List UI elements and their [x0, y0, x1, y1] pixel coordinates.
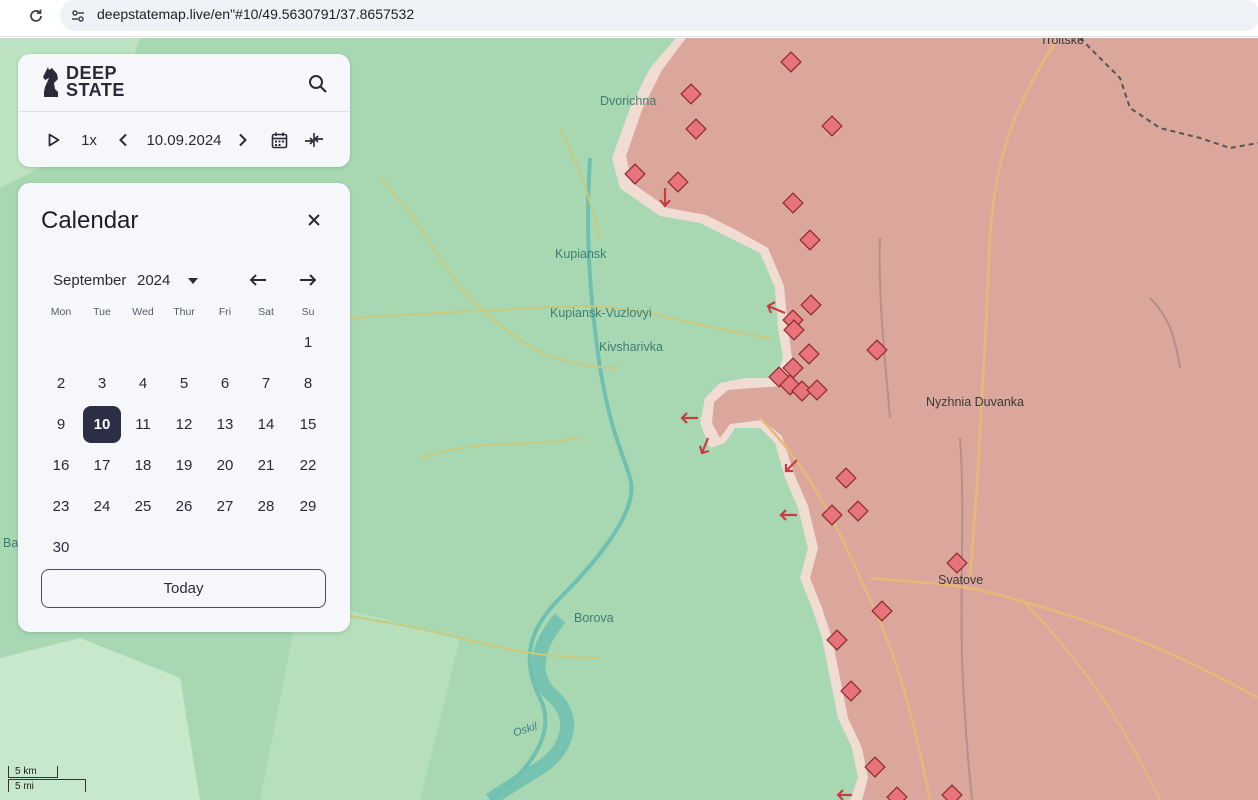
arrow-icon[interactable] — [779, 509, 797, 521]
day-cell[interactable]: 5 — [165, 365, 203, 402]
day-cell[interactable]: 6 — [206, 365, 244, 402]
control-panel: DEEP STATE 1x 10.09.2024 — [18, 54, 350, 167]
place-label: Borova — [574, 611, 614, 625]
day-cell[interactable]: 25 — [124, 488, 162, 525]
day-cell[interactable]: 3 — [83, 365, 121, 402]
day-cell[interactable]: 15 — [289, 406, 327, 443]
place-label: Troitske — [1040, 38, 1084, 47]
speed-button[interactable]: 1x — [76, 126, 102, 154]
weekday-label: Sat — [258, 306, 274, 318]
day-cell[interactable]: 4 — [124, 365, 162, 402]
day-cell[interactable]: 21 — [247, 447, 285, 484]
weekday-label: Tue — [93, 306, 111, 318]
day-cell[interactable]: 22 — [289, 447, 327, 484]
day-cell[interactable]: 27 — [206, 488, 244, 525]
place-label: Svatove — [938, 573, 984, 587]
calendar-panel: Calendar September 2024 Mon Tue Wed Thur Fri… — [18, 183, 350, 632]
scale-bar: 5 km 5 mi — [6, 766, 86, 794]
weekday-label: Su — [301, 306, 315, 318]
close-icon[interactable] — [302, 208, 326, 232]
road — [379, 177, 621, 369]
day-cell[interactable]: 1 — [289, 324, 327, 361]
day-cell[interactable]: 29 — [289, 488, 327, 525]
day-cell[interactable]: 17 — [83, 447, 121, 484]
weekday-label: Thur — [173, 306, 195, 318]
chevron-right-icon[interactable] — [234, 126, 252, 154]
play-icon[interactable] — [44, 126, 64, 154]
weekday-label: Wed — [132, 306, 154, 318]
divider — [18, 111, 350, 112]
day-cell[interactable]: 7 — [247, 365, 285, 402]
month-select[interactable]: September — [53, 272, 126, 289]
reload-icon[interactable] — [24, 4, 48, 28]
day-cell[interactable]: 30 — [42, 529, 80, 566]
date-display[interactable]: 10.09.2024 — [142, 126, 226, 154]
place-label: Dvorichna — [600, 94, 657, 108]
today-button[interactable]: Today — [41, 569, 326, 608]
day-cell[interactable]: 14 — [247, 406, 285, 443]
logo-text: DEEP STATE — [66, 64, 125, 100]
search-icon[interactable] — [304, 70, 332, 98]
calendar-icon[interactable] — [268, 126, 290, 154]
logo-line: STATE — [66, 80, 125, 100]
weekday-label: Mon — [50, 306, 72, 318]
logo[interactable]: DEEP STATE — [40, 64, 125, 100]
forward-icon[interactable]: › — [0, 6, 14, 26]
day-cell-selected[interactable]: 10 — [83, 406, 121, 443]
day-cell[interactable]: 23 — [42, 488, 80, 525]
arrow-icon[interactable] — [836, 789, 852, 800]
compare-icon[interactable] — [302, 126, 326, 154]
reservoir — [485, 613, 574, 800]
place-label: Ba — [3, 536, 19, 550]
calendar-title: Calendar — [41, 207, 139, 234]
day-cell[interactable]: 2 — [42, 365, 80, 402]
place-label: Nyzhnia Duvanka — [926, 395, 1024, 409]
caret-down-icon — [188, 277, 199, 284]
day-cell[interactable]: 20 — [206, 447, 244, 484]
site-info-icon[interactable] — [68, 6, 88, 26]
occupied-territory — [626, 38, 1258, 800]
browser-toolbar: › deepstatemap.live/en"#10/49.5630791/37… — [0, 0, 1258, 37]
knight-icon — [43, 67, 58, 97]
arrow-icon[interactable] — [680, 412, 698, 424]
day-cell[interactable]: 11 — [124, 406, 162, 443]
place-label: Kupiansk-Vuzlovyi — [550, 306, 652, 320]
road — [559, 127, 601, 239]
day-cell[interactable]: 16 — [42, 447, 80, 484]
day-cell[interactable]: 19 — [165, 447, 203, 484]
road — [419, 437, 581, 459]
chevron-left-icon[interactable] — [114, 126, 132, 154]
arrow-icon[interactable] — [698, 437, 710, 455]
weekday-label: Fri — [218, 306, 232, 318]
day-cell[interactable]: 28 — [247, 488, 285, 525]
day-cell[interactable]: 8 — [289, 365, 327, 402]
day-cell[interactable]: 9 — [42, 406, 80, 443]
next-month-arrow-icon[interactable] — [295, 267, 321, 293]
day-cell[interactable]: 26 — [165, 488, 203, 525]
url-text[interactable]: deepstatemap.live/en"#10/49.5630791/37.8… — [97, 6, 414, 22]
year-select[interactable]: 2024 — [137, 272, 199, 289]
day-cell[interactable]: 24 — [83, 488, 121, 525]
year-value: 2024 — [137, 272, 171, 289]
scale-km: 5 km — [8, 766, 58, 778]
day-cell[interactable]: 12 — [165, 406, 203, 443]
day-cell[interactable]: 13 — [206, 406, 244, 443]
day-cell[interactable]: 18 — [124, 447, 162, 484]
place-label: Kupiansk — [555, 247, 607, 261]
prev-month-arrow-icon[interactable] — [245, 267, 271, 293]
scale-mi: 5 mi — [8, 779, 86, 792]
place-label: Kivsharivka — [599, 340, 663, 354]
